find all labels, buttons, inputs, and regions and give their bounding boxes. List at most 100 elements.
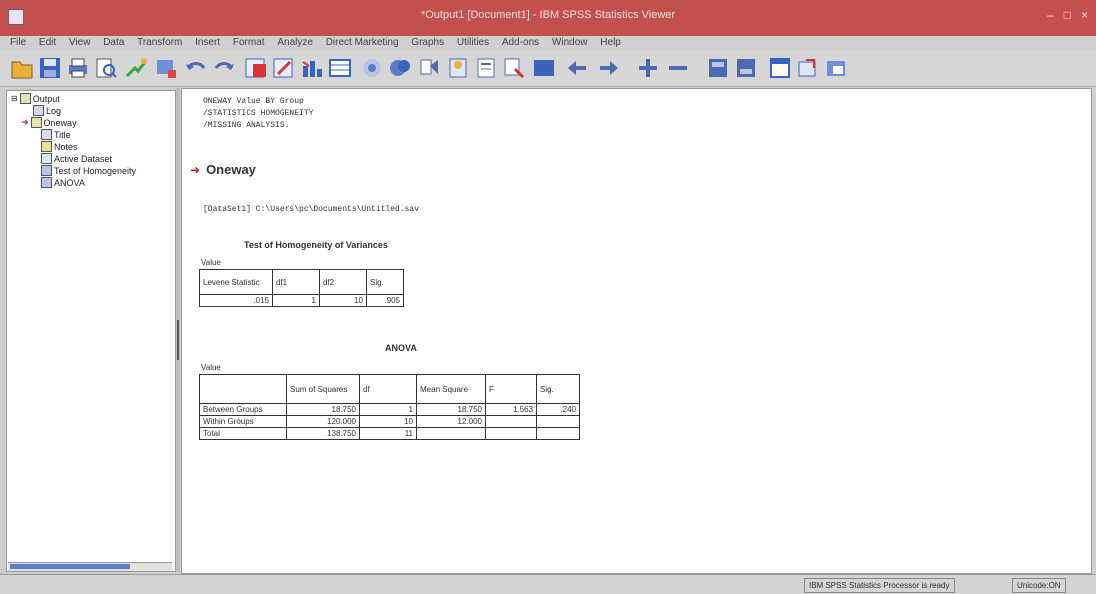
tree-label: Title [54, 129, 71, 140]
table-row: Within Groups 120.000 10 12.000 [199, 415, 580, 428]
table-cell [485, 415, 537, 428]
tree-label: ANOVA [54, 177, 85, 188]
status-bar: IBM SPSS Statistics Processor is ready U… [0, 574, 1096, 594]
table-cell [536, 415, 580, 428]
open-icon[interactable] [10, 56, 34, 80]
tree-label: Active Dataset [54, 153, 113, 164]
recall-dialog-icon[interactable] [154, 56, 178, 80]
tree-item-log[interactable]: Log [33, 105, 61, 116]
outline-horizontal-scrollbar[interactable] [8, 562, 172, 571]
table-header-cell: df2 [319, 269, 367, 295]
log-icon [33, 105, 44, 116]
table-cell: 120.000 [286, 415, 360, 428]
table-header-cell: df1 [272, 269, 320, 295]
splitter-grip[interactable] [177, 320, 179, 360]
variables-icon[interactable] [300, 56, 324, 80]
menu-view[interactable]: View [69, 37, 91, 48]
export-icon[interactable] [124, 56, 148, 80]
create-text-icon[interactable] [532, 56, 556, 80]
anova-table[interactable]: Sum of Squares df Mean Square F Sig. Bet… [199, 374, 580, 440]
print-preview-icon[interactable] [94, 56, 118, 80]
table-icon [41, 165, 52, 176]
table-row: Between Groups 18.750 1 18.750 1.563 .24… [199, 403, 580, 416]
tree-item-title[interactable]: Title [41, 129, 71, 140]
collapse-icon[interactable] [666, 56, 690, 80]
menu-format[interactable]: Format [233, 37, 265, 48]
table-cell: 10 [359, 415, 417, 428]
insert-text-icon[interactable] [502, 56, 526, 80]
tree-item-anova[interactable]: ANOVA [41, 177, 85, 188]
tree-item-active-dataset[interactable]: Active Dataset [41, 153, 112, 164]
table-cell [485, 427, 537, 440]
table-cell: .240 [536, 403, 580, 416]
tree-item-notes[interactable]: Notes [41, 141, 78, 152]
export-output-icon[interactable] [796, 56, 820, 80]
expand-icon[interactable] [636, 56, 660, 80]
output-content-pane[interactable] [181, 88, 1092, 574]
forward-icon[interactable] [596, 56, 620, 80]
syntax-line: /STATISTICS HOMOGENEITY [203, 109, 314, 118]
menu-help[interactable]: Help [600, 37, 621, 48]
save-icon[interactable] [38, 56, 62, 80]
show-icon[interactable] [706, 56, 730, 80]
table-cell: .015 [199, 294, 273, 307]
maximize-button[interactable]: □ [1064, 8, 1071, 22]
table-header-cell: Sig. [366, 269, 404, 295]
menu-edit[interactable]: Edit [39, 37, 56, 48]
tree-item-oneway[interactable]: ➜ Oneway [21, 117, 77, 128]
show-all-icon[interactable] [360, 56, 384, 80]
tree-item-output[interactable]: ⊟ Output [11, 93, 60, 104]
table-cell [416, 427, 486, 440]
outline-pane[interactable]: ⊟ Output Log ➜ Oneway Title Notes Active… [6, 90, 176, 572]
oneway-heading[interactable]: ➜ Oneway [190, 162, 256, 177]
menu-file[interactable]: File [10, 37, 26, 48]
redo-icon[interactable] [212, 56, 236, 80]
scrollbar-thumb[interactable] [10, 564, 130, 569]
insert-heading-icon[interactable] [446, 56, 470, 80]
anova-table-title: ANOVA [385, 343, 417, 353]
insert-output-icon[interactable] [824, 56, 848, 80]
menu-insert[interactable]: Insert [195, 37, 220, 48]
menu-analyze[interactable]: Analyze [277, 37, 313, 48]
hide-output-icon[interactable] [734, 56, 758, 80]
create-title-icon[interactable] [768, 56, 792, 80]
close-button[interactable]: × [1081, 8, 1088, 22]
menu-direct-marketing[interactable]: Direct Marketing [326, 37, 399, 48]
back-icon[interactable] [566, 56, 590, 80]
menu-utilities[interactable]: Utilities [457, 37, 489, 48]
undo-icon[interactable] [184, 56, 208, 80]
table-header-cell: Levene Statistic [199, 269, 273, 295]
promote-icon[interactable] [418, 56, 442, 80]
table-cell: 11 [359, 427, 417, 440]
goto-case-icon[interactable] [272, 56, 296, 80]
table-cell: 12.000 [416, 415, 486, 428]
table-cell [536, 427, 580, 440]
tree-label: Log [46, 105, 62, 116]
window-title: *Output1 [Document1] - IBM SPSS Statisti… [420, 9, 676, 21]
table-header-cell: Mean Square [416, 374, 486, 404]
designate-window-icon[interactable] [328, 56, 352, 80]
print-icon[interactable] [66, 56, 90, 80]
table-header-cell: Sum of Squares [286, 374, 360, 404]
menu-data[interactable]: Data [103, 37, 124, 48]
window-controls: – □ × [1047, 8, 1088, 22]
table-row: Total 138.750 11 [199, 427, 580, 440]
expand-toggle-icon[interactable]: ⊟ [11, 94, 18, 103]
table-cell: 138.750 [286, 427, 360, 440]
menu-window[interactable]: Window [552, 37, 588, 48]
minimize-button[interactable]: – [1047, 8, 1054, 22]
oneway-title: Oneway [206, 162, 256, 177]
hide-icon[interactable] [388, 56, 412, 80]
book-icon [19, 93, 31, 104]
table-row-label: Between Groups [199, 403, 287, 416]
menu-add-ons[interactable]: Add-ons [502, 37, 539, 48]
toolbar [0, 50, 1096, 87]
anova-variable-label: Value [201, 363, 221, 372]
menu-transform[interactable]: Transform [137, 37, 182, 48]
levene-table[interactable]: Levene Statistic df1 df2 Sig. .015 1 10 … [199, 269, 404, 307]
tree-item-homogeneity[interactable]: Test of Homogeneity [41, 165, 136, 176]
menu-graphs[interactable]: Graphs [411, 37, 444, 48]
insert-title-icon[interactable] [474, 56, 498, 80]
table-header-cell: F [485, 374, 537, 404]
goto-data-icon[interactable] [244, 56, 268, 80]
